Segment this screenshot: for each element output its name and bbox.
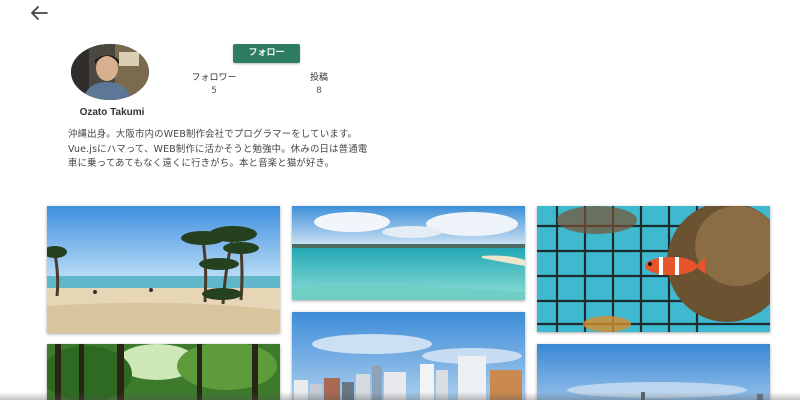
bottom-shadow — [0, 392, 800, 400]
posts-count: 8 — [316, 86, 322, 96]
followers-count: 5 — [211, 86, 217, 96]
arrow-left-icon — [31, 6, 48, 20]
profile-page: Ozato Takumi フォロー フォロワー 5 投稿 8 沖縄出身。大阪市内… — [0, 0, 800, 400]
post-thumbnail-beach[interactable] — [47, 206, 280, 333]
back-button[interactable] — [28, 3, 50, 23]
followers-stat[interactable]: フォロワー 5 — [186, 72, 242, 98]
follow-button[interactable]: フォロー — [233, 44, 300, 63]
posts-label: 投稿 — [309, 73, 328, 83]
username: Ozato Takumi — [79, 107, 145, 118]
posts-stat[interactable]: 投稿 8 — [301, 72, 337, 98]
post-thumbnail-aquarium[interactable] — [537, 206, 770, 332]
profile-bio: 沖縄出身。大阪市内のWEB制作会社でプログラマーをしています。Vue.jsにハマ… — [68, 129, 368, 169]
avatar — [71, 44, 149, 100]
post-thumbnail-sea[interactable] — [292, 206, 525, 300]
followers-label: フォロワー — [191, 73, 237, 83]
post-thumbnail-city[interactable] — [292, 312, 525, 400]
